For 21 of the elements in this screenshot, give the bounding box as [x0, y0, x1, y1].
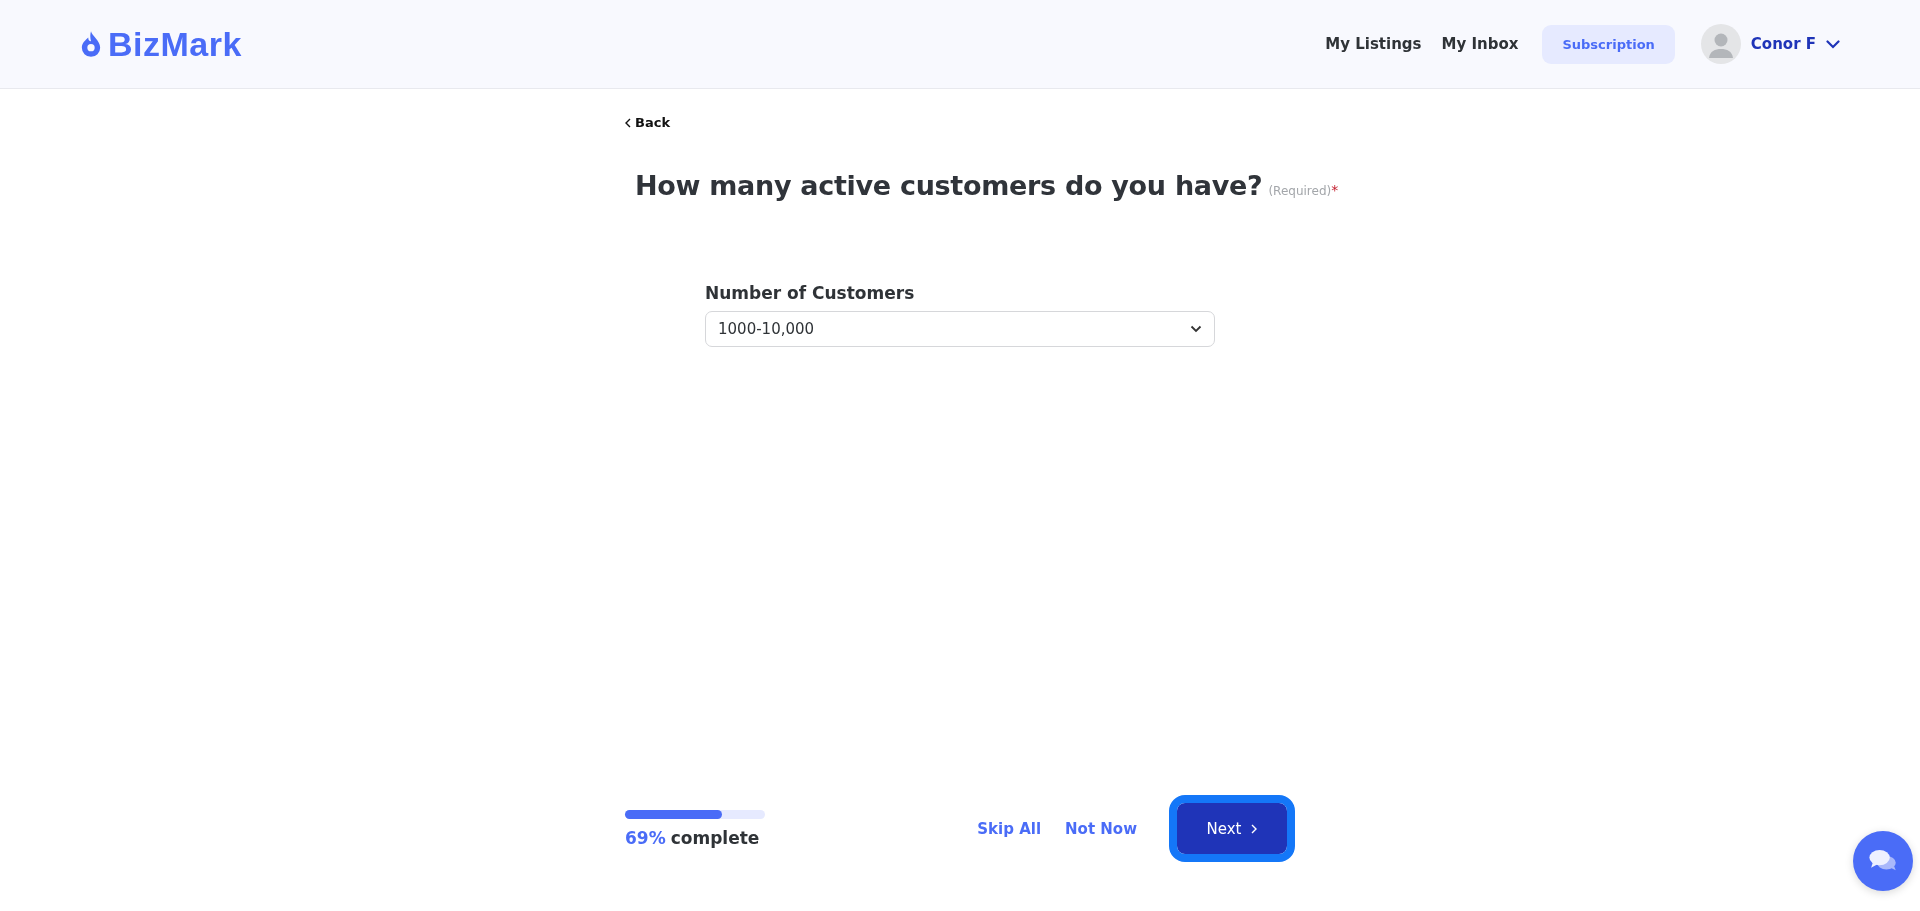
- chevron-left-icon: [625, 117, 631, 128]
- customers-dropdown[interactable]: 1000-10,000: [705, 310, 1215, 347]
- nav-link[interactable]: My Inbox: [1441, 35, 1519, 53]
- chevron-down-icon[interactable]: [1826, 39, 1840, 49]
- nav-link[interactable]: My Listings: [1325, 35, 1422, 53]
- question-heading: How many active customers do you have?: [635, 169, 1263, 201]
- subscription-button[interactable]: Subscription: [1542, 24, 1675, 64]
- chat-button[interactable]: [1853, 831, 1913, 891]
- progress-percent: 69%: [625, 827, 666, 848]
- logo-text[interactable]: BizMark: [108, 24, 242, 64]
- skip-all-link[interactable]: Skip All: [977, 819, 1042, 838]
- progress-label: complete: [670, 827, 760, 848]
- field-label: Number of Customers: [705, 282, 916, 303]
- chevron-down-icon: [1190, 324, 1202, 333]
- not-now-link[interactable]: Not Now: [1065, 819, 1137, 838]
- required-note: (Required): [1268, 183, 1332, 198]
- chevron-right-icon: [1251, 823, 1258, 834]
- user-name[interactable]: Conor F: [1750, 35, 1816, 53]
- back-link[interactable]: Back: [625, 115, 671, 130]
- drop-logo-icon: [80, 30, 102, 58]
- required-asterisk: *: [1331, 181, 1339, 198]
